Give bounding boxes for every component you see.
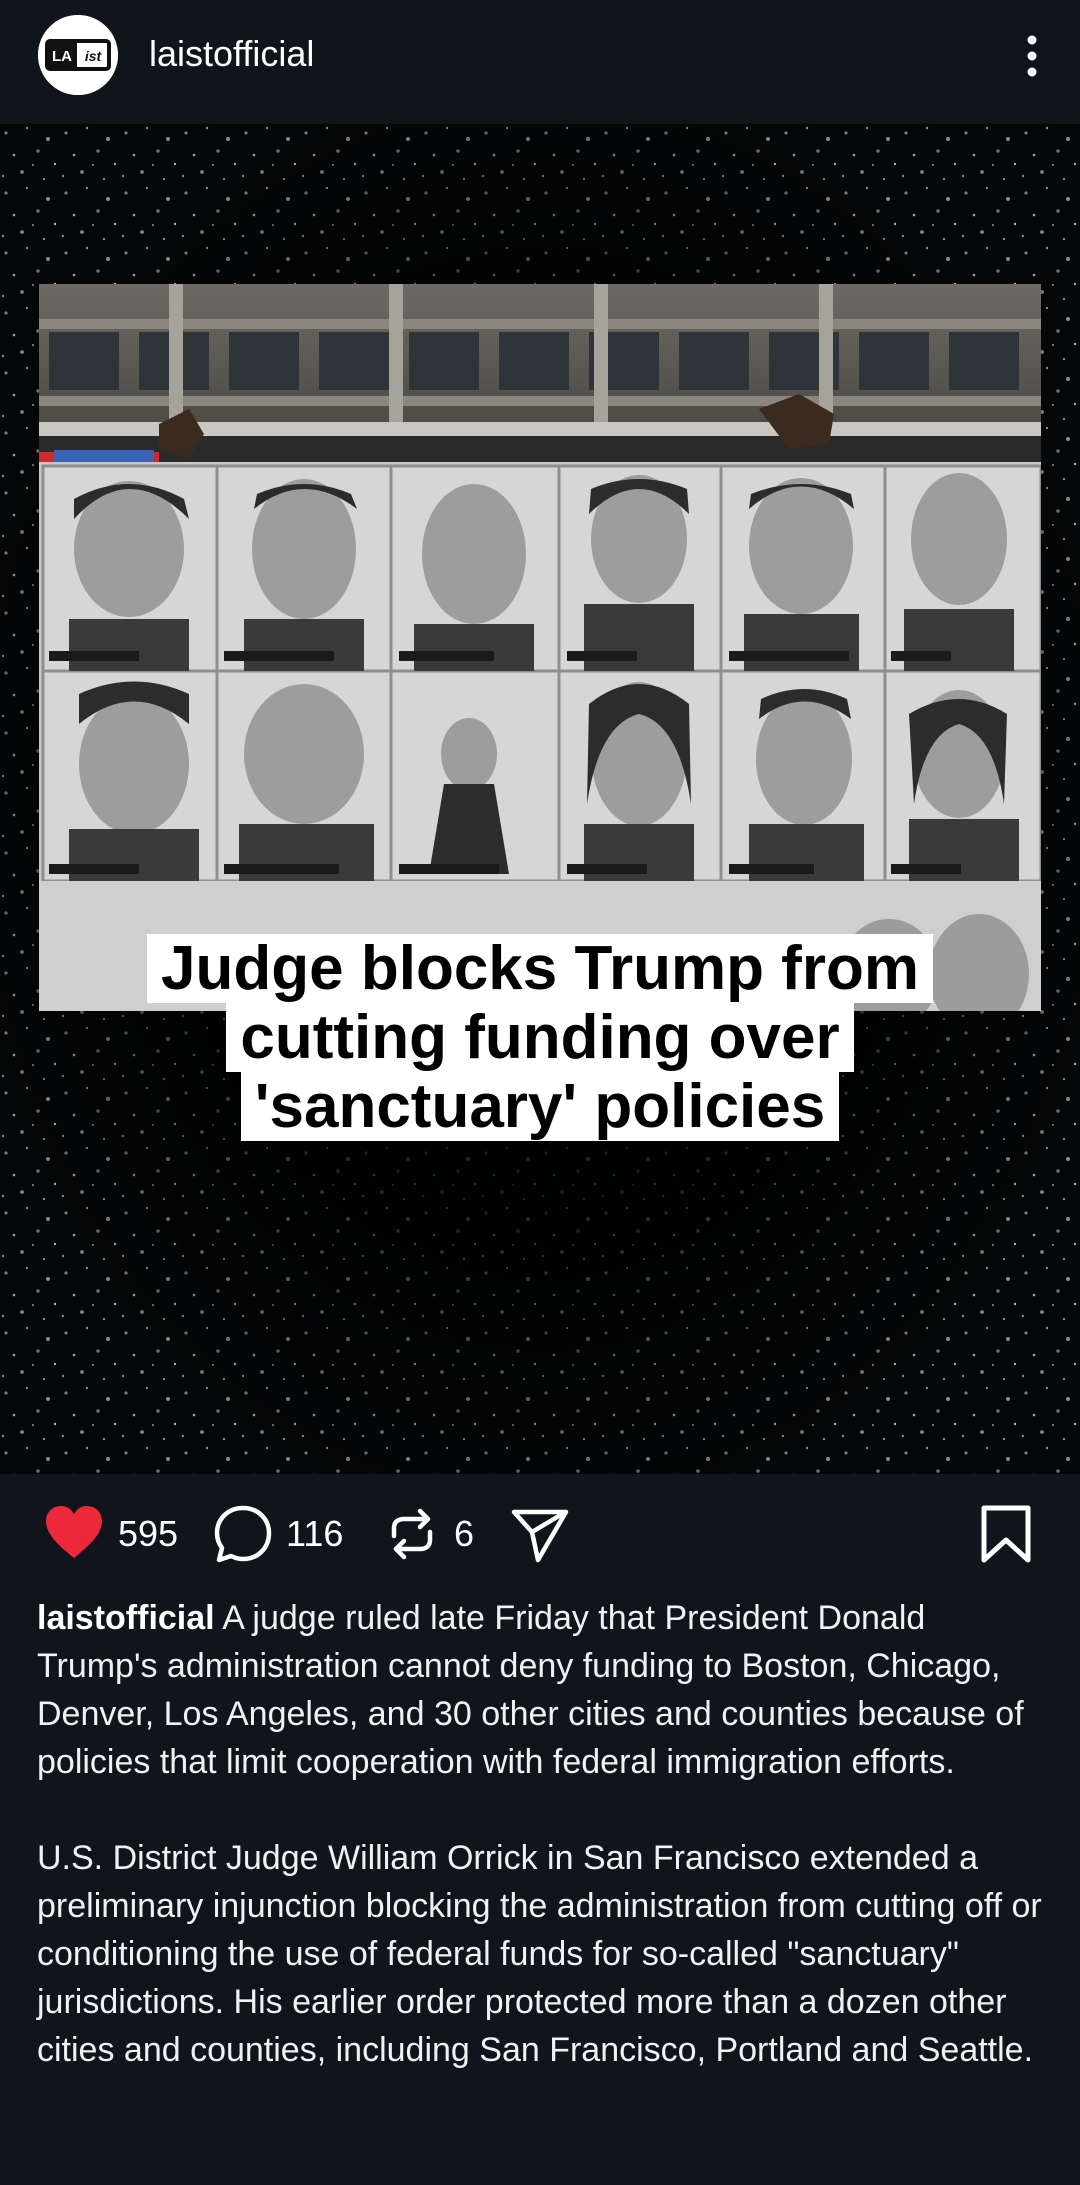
news-photo — [39, 284, 1041, 1011]
post-screen: LA ist laistofficial Judge blocks Trump … — [0, 0, 1080, 2185]
share-button[interactable] — [508, 1502, 572, 1566]
memorial-wall-photo — [39, 284, 1041, 1011]
caption-username[interactable]: laistofficial — [37, 1599, 215, 1637]
repost-icon — [391, 1508, 433, 1560]
post-media[interactable]: Judge blocks Trump from cutting funding … — [0, 124, 1080, 1474]
headline-line: cutting funding over — [226, 1003, 854, 1072]
repost-count: 6 — [454, 1513, 475, 1554]
repost-button[interactable]: 6 — [382, 1502, 474, 1566]
send-icon — [511, 1509, 569, 1563]
avatar-logo-right-text: ist — [85, 48, 103, 64]
headline-line: Judge blocks Trump from — [147, 934, 933, 1003]
comment-count: 116 — [286, 1513, 344, 1554]
like-count: 595 — [118, 1513, 179, 1554]
more-options-button[interactable] — [1002, 26, 1062, 86]
avatar[interactable]: LA ist — [38, 15, 118, 95]
more-vertical-icon — [1027, 35, 1037, 77]
bookmark-icon — [981, 1505, 1031, 1563]
heart-icon — [46, 1506, 102, 1558]
comment-button[interactable]: 116 — [212, 1502, 343, 1566]
headline-line: 'sanctuary' policies — [240, 1072, 840, 1141]
laist-logo: LA ist — [38, 15, 118, 95]
comment-icon — [214, 1505, 272, 1563]
post-header: LA ist laistofficial — [0, 0, 1080, 124]
like-button[interactable]: 595 — [42, 1502, 178, 1566]
caption-text: laistofficial A judge ruled late Friday … — [37, 1594, 1049, 2122]
post-caption: laistofficial A judge ruled late Friday … — [0, 1594, 1080, 2185]
caption-paragraph-2: U.S. District Judge William Orrick in Sa… — [37, 1839, 1042, 2069]
avatar-logo-left-text: LA — [52, 48, 72, 65]
save-button[interactable] — [974, 1502, 1038, 1566]
post-username[interactable]: laistofficial — [149, 30, 314, 78]
post-actions: 595 116 6 — [0, 1474, 1080, 1594]
caption-paragraph: laistofficial A judge ruled late Friday … — [37, 1594, 1049, 1786]
headline: Judge blocks Trump from cutting funding … — [0, 934, 1080, 1141]
